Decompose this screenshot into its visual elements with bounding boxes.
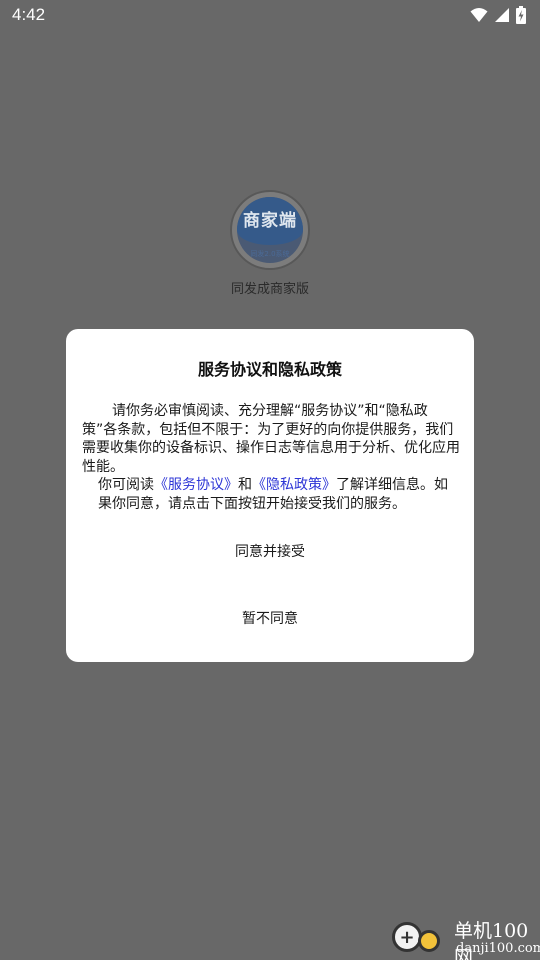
wifi-icon	[470, 8, 488, 22]
app-name: 同发成商家版	[230, 282, 309, 297]
app-logo-subtext: 同发2.0系统	[250, 250, 290, 258]
status-time: 4:42	[12, 5, 46, 24]
dialog-paragraph-intro: 请你务必审慎阅读、充分理解“服务协议”和“隐私政策”各条款，包括但不限于：为了更…	[82, 403, 460, 475]
signal-icon	[495, 8, 509, 22]
status-icons	[470, 6, 526, 24]
status-bar: 4:42	[0, 0, 540, 32]
watermark-dot-icon	[418, 930, 440, 952]
watermark-url: danji100.com	[456, 941, 540, 956]
accept-button[interactable]: 同意并接受	[66, 541, 474, 561]
dialog-title: 服务协议和隐私政策	[197, 360, 342, 379]
paragraph-prefix: 你可阅读	[98, 477, 154, 493]
agreement-dialog: 服务协议和隐私政策 请你务必审慎阅读、充分理解“服务协议”和“隐私政策”各条款，…	[66, 329, 474, 662]
service-agreement-link[interactable]: 《服务协议》	[154, 477, 238, 493]
battery-charging-icon	[516, 6, 526, 24]
privacy-policy-link[interactable]: 《隐私政策》	[252, 477, 336, 493]
watermark: + 单机100网 danji100.com	[386, 912, 540, 960]
app-logo: 商家端 同发2.0系统	[230, 190, 310, 270]
app-logo-text: 商家端	[243, 211, 297, 231]
dialog-body: 请你务必审慎阅读、充分理解“服务协议”和“隐私政策”各条款，包括但不限于：为了更…	[82, 402, 460, 513]
decline-button[interactable]: 暂不同意	[66, 608, 474, 628]
dialog-paragraph-links: 你可阅读《服务协议》和《隐私政策》了解详细信息。如果你同意，请点击下面按钮开始接…	[82, 476, 460, 513]
app-logo-inner: 商家端 同发2.0系统	[237, 197, 303, 263]
conjunction-text: 和	[238, 477, 252, 493]
